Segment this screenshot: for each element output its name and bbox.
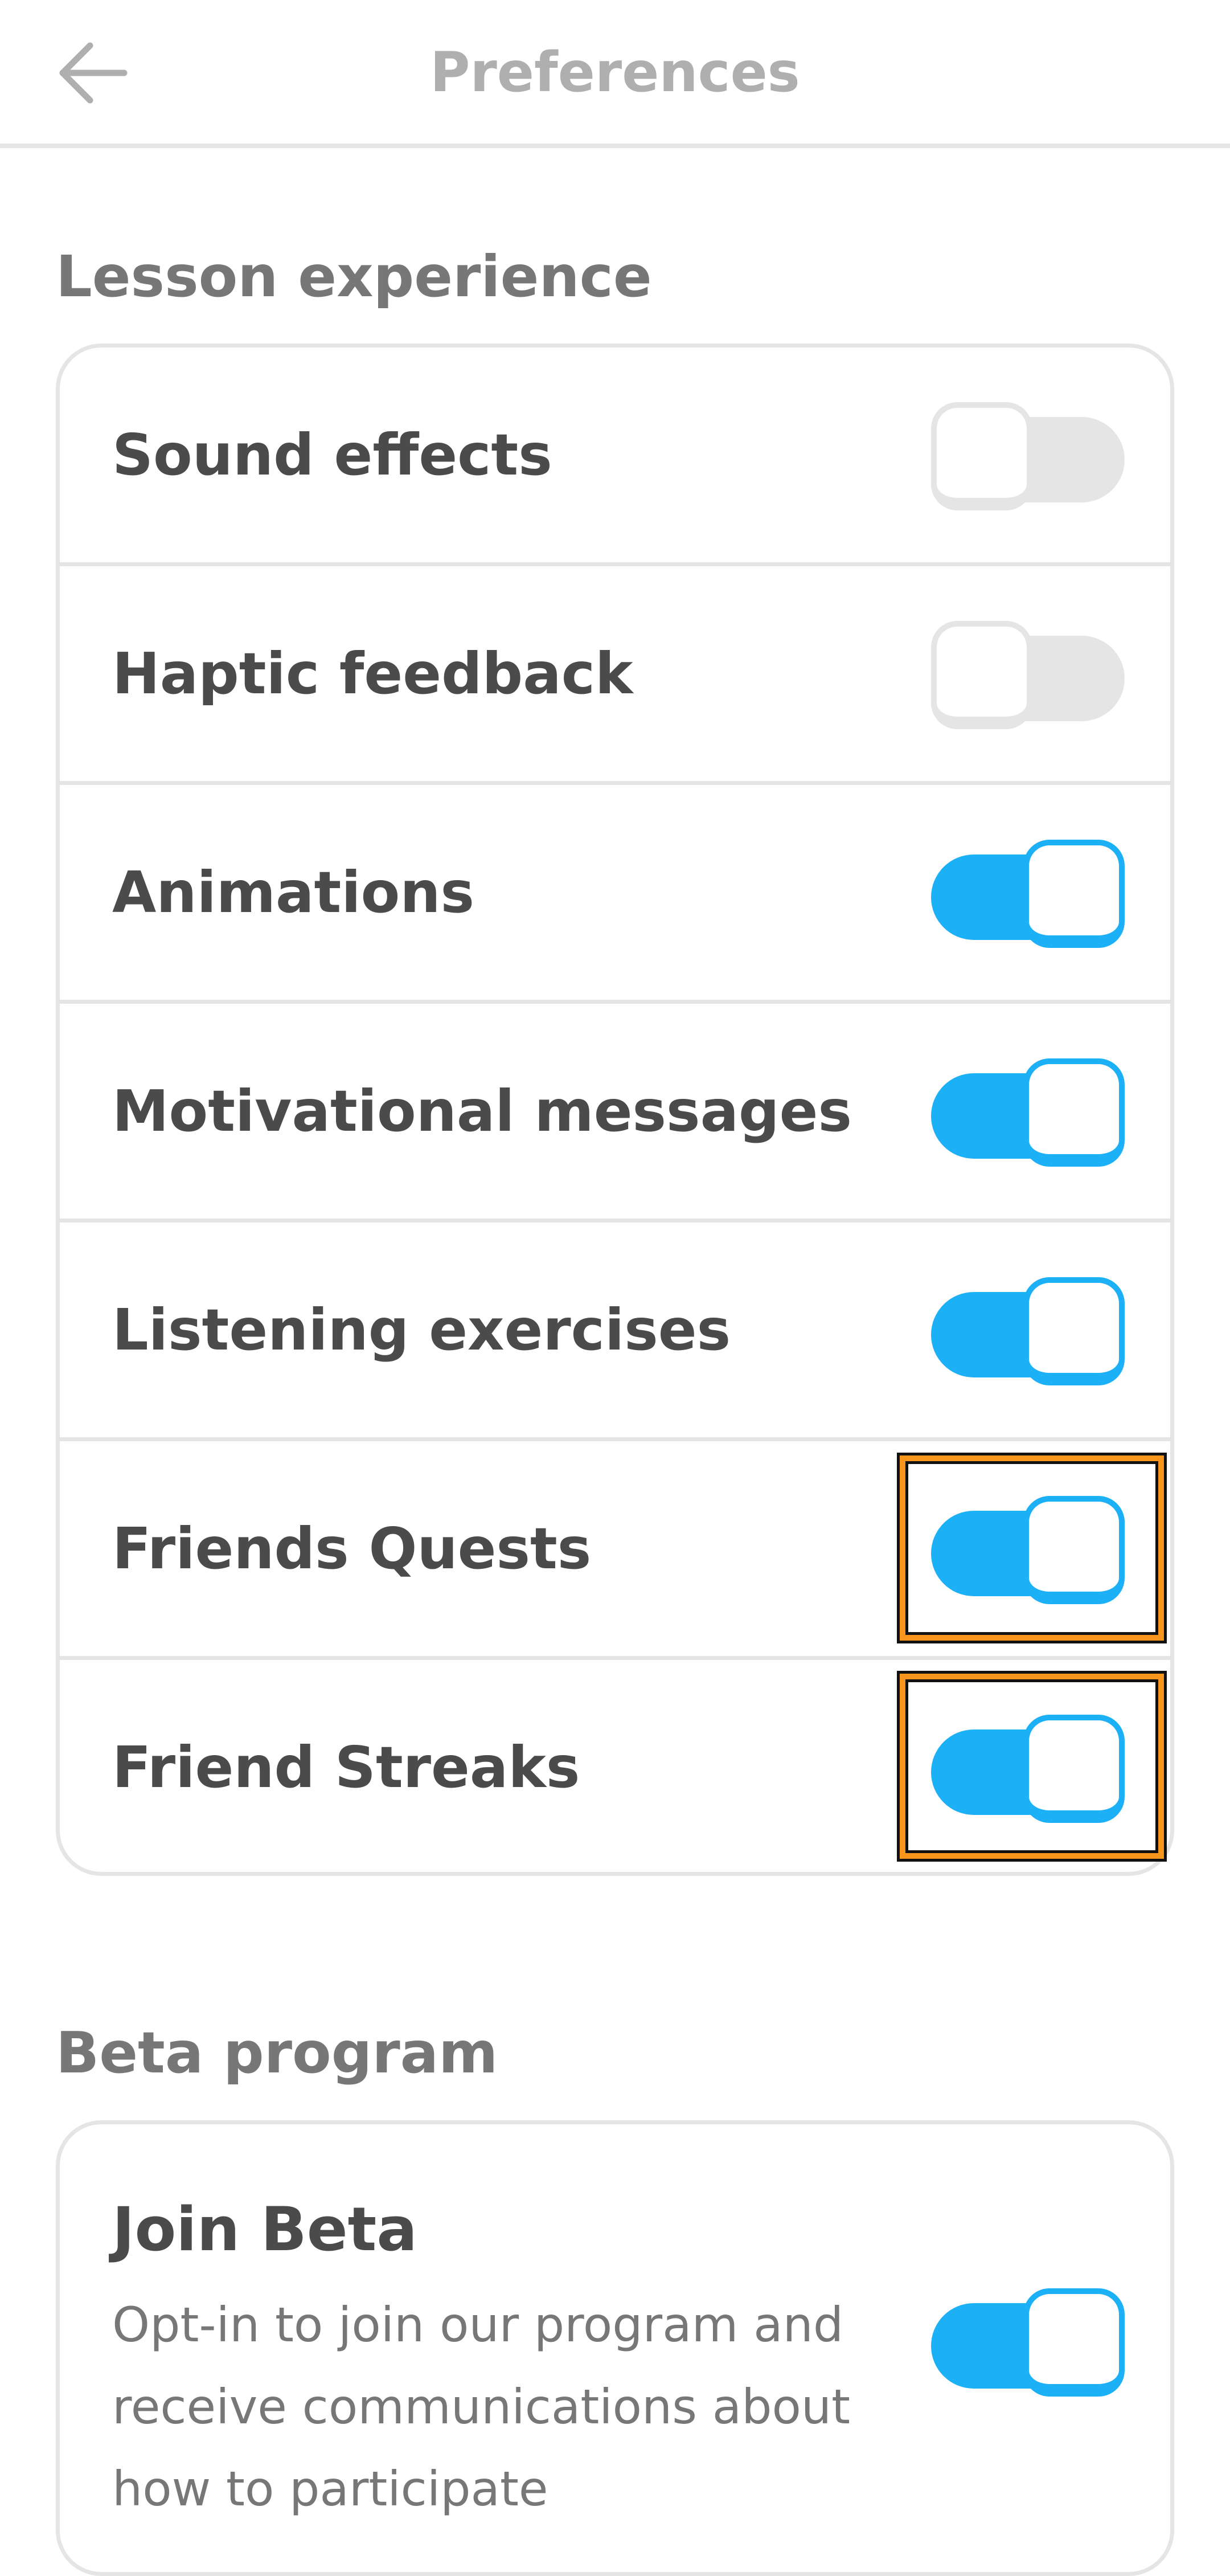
setting-label: Sound effects bbox=[112, 422, 552, 488]
setting-row-animations: Animations bbox=[60, 785, 1170, 1004]
toggle-knob bbox=[1023, 2288, 1125, 2397]
setting-label: Friend Streaks bbox=[112, 1734, 580, 1801]
setting-row-sound-effects: Sound effects bbox=[60, 347, 1170, 566]
listening-exercises-toggle[interactable] bbox=[931, 1277, 1125, 1385]
friend-streaks-toggle[interactable] bbox=[931, 1715, 1125, 1823]
toggle-knob bbox=[931, 402, 1032, 510]
beta-program-card: Join Beta Opt-in to join our program and… bbox=[56, 2120, 1174, 2576]
setting-label: Motivational messages bbox=[112, 1078, 852, 1144]
toggle-knob bbox=[1023, 1715, 1125, 1823]
lesson-experience-card: Sound effects Haptic feedback Animations… bbox=[56, 344, 1174, 1876]
setting-label: Animations bbox=[112, 859, 475, 926]
setting-row-motivational-messages: Motivational messages bbox=[60, 1004, 1170, 1222]
animations-toggle[interactable] bbox=[931, 840, 1125, 948]
haptic-feedback-toggle[interactable] bbox=[931, 621, 1125, 729]
join-beta-toggle[interactable] bbox=[931, 2288, 1125, 2397]
setting-row-friends-quests: Friends Quests bbox=[60, 1441, 1170, 1660]
setting-label: Listening exercises bbox=[112, 1297, 731, 1363]
setting-row-listening-exercises: Listening exercises bbox=[60, 1222, 1170, 1441]
setting-label: Friends Quests bbox=[112, 1515, 592, 1582]
motivational-messages-toggle[interactable] bbox=[931, 1058, 1125, 1167]
section-title-lesson-experience: Lesson experience bbox=[56, 243, 652, 310]
section-title-beta-program: Beta program bbox=[56, 2019, 498, 2086]
join-beta-description: Opt-in to join our program and receive c… bbox=[112, 2297, 851, 2517]
toggle-knob bbox=[1023, 840, 1125, 948]
friends-quests-toggle[interactable] bbox=[931, 1496, 1125, 1604]
toggle-knob bbox=[1023, 1496, 1125, 1604]
setting-row-friend-streaks: Friend Streaks bbox=[60, 1660, 1170, 1872]
toggle-knob bbox=[931, 621, 1032, 729]
toggle-knob bbox=[1023, 1277, 1125, 1385]
sound-effects-toggle[interactable] bbox=[931, 402, 1125, 510]
page-title: Preferences bbox=[430, 40, 800, 104]
top-bar: Preferences bbox=[0, 0, 1230, 148]
toggle-knob bbox=[1023, 1058, 1125, 1167]
setting-row-haptic-feedback: Haptic feedback bbox=[60, 566, 1170, 785]
join-beta-title: Join Beta bbox=[112, 2194, 417, 2264]
setting-label: Haptic feedback bbox=[112, 640, 633, 707]
